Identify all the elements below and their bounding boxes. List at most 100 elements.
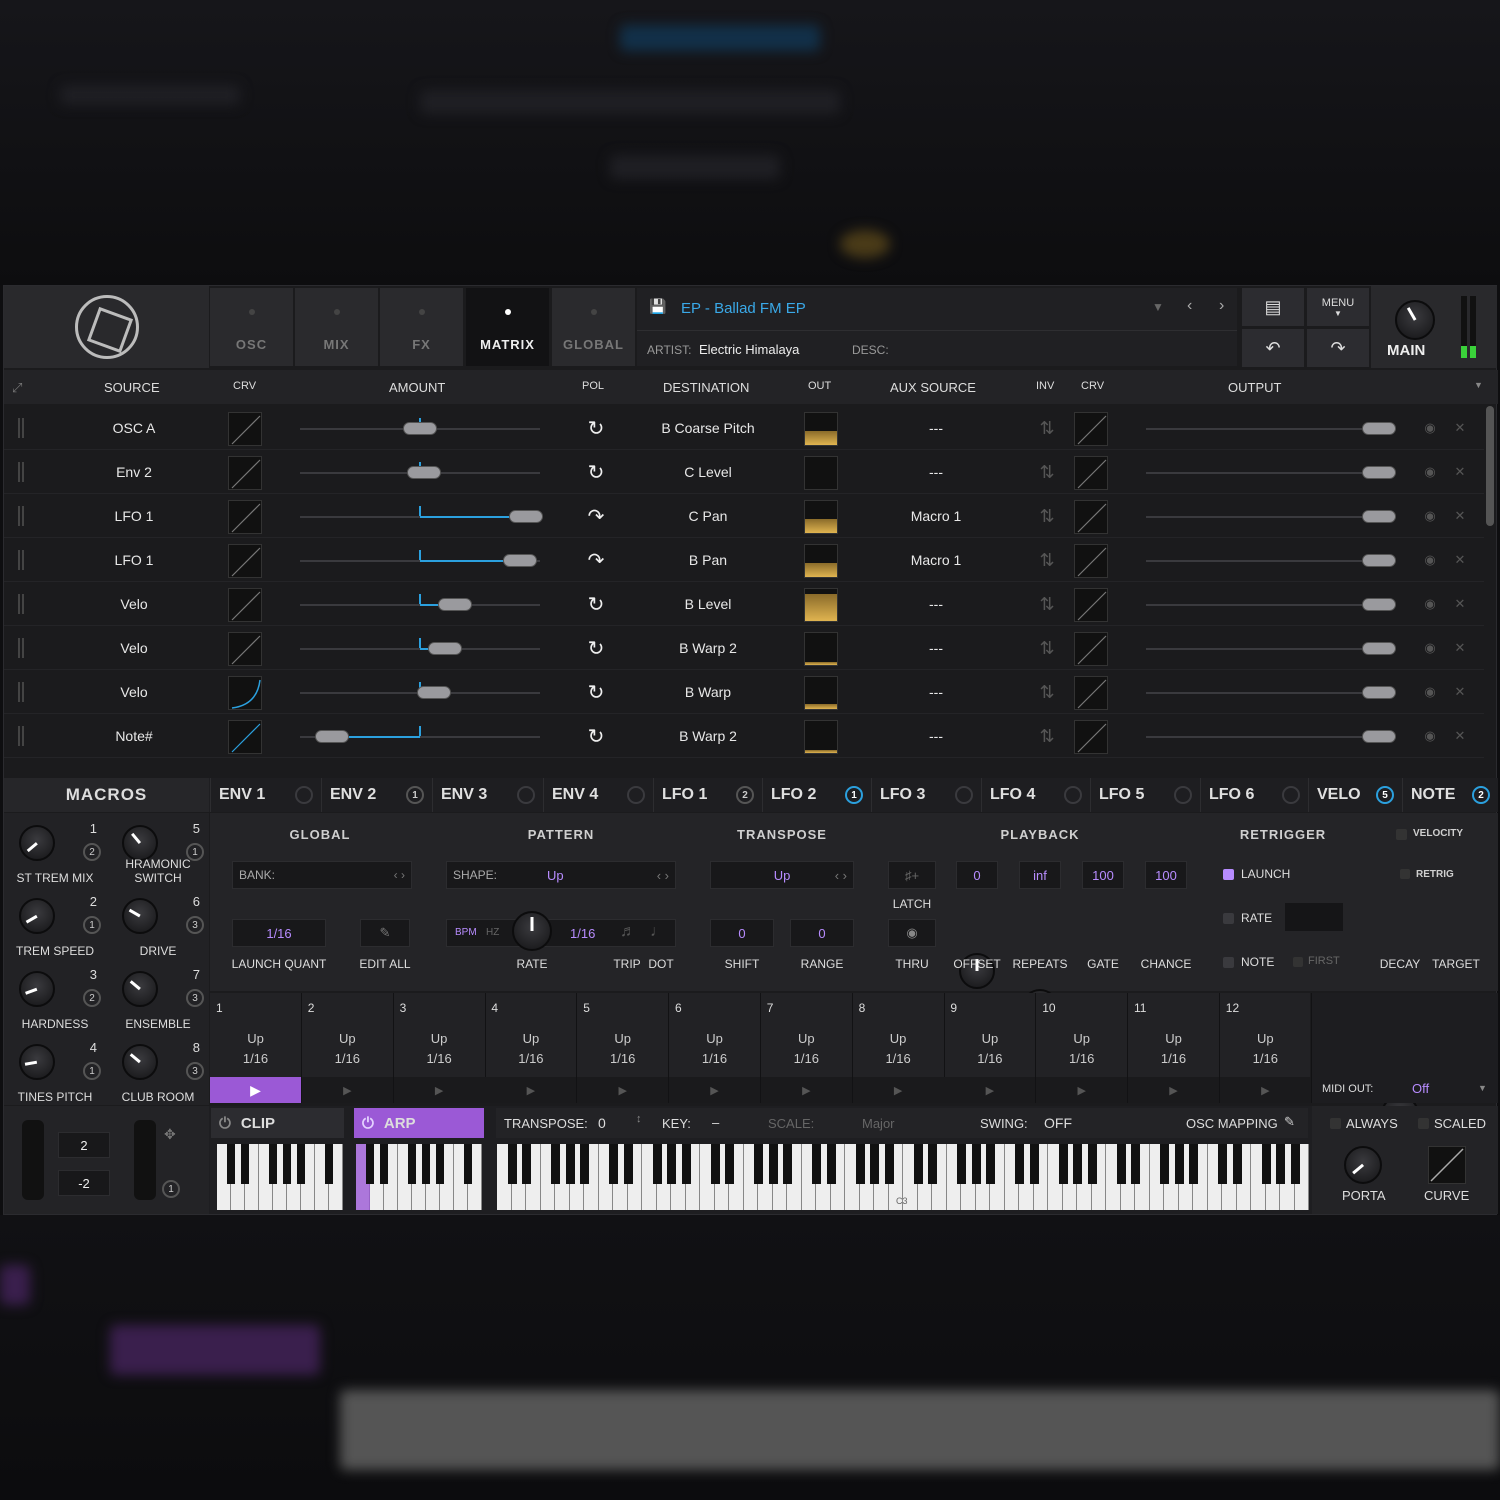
black-key[interactable] <box>957 1144 966 1184</box>
mod-tab[interactable]: LFO 3 <box>871 778 981 812</box>
source-select[interactable]: OSC A <box>44 406 224 450</box>
black-key[interactable] <box>971 1144 981 1184</box>
drag-handle-icon[interactable] <box>18 682 24 702</box>
curve-box[interactable] <box>1428 1146 1466 1184</box>
arp-step[interactable]: 5 Up 1/16 ▶ <box>577 993 670 1103</box>
step-play-icon[interactable]: ▶ <box>944 1077 1036 1103</box>
output-slider[interactable] <box>1362 510 1396 523</box>
white-key[interactable] <box>598 1144 618 1210</box>
close-icon[interactable]: ✕ <box>1450 582 1470 626</box>
pitch-wheel[interactable] <box>22 1120 44 1200</box>
aux-source-select[interactable]: --- <box>846 406 1026 450</box>
undo-icon[interactable]: ↶ <box>1242 329 1304 367</box>
mod-tab[interactable]: NOTE 2 <box>1402 778 1498 812</box>
curve-box[interactable] <box>228 632 262 666</box>
eye-icon[interactable]: ◉ <box>1418 538 1442 582</box>
eye-icon[interactable]: ◉ <box>1418 406 1442 450</box>
tab-mix[interactable]: MIX <box>295 288 378 366</box>
macro-knob[interactable] <box>19 898 55 934</box>
white-key[interactable] <box>1106 1144 1126 1210</box>
black-key[interactable] <box>565 1144 575 1184</box>
black-key[interactable] <box>464 1144 472 1184</box>
black-key[interactable] <box>928 1144 937 1184</box>
launch-quant-field[interactable]: 1/16 <box>232 919 326 947</box>
curve-box[interactable] <box>228 720 262 754</box>
step-play-icon[interactable]: ▶ <box>210 1077 301 1103</box>
invert-icon[interactable]: ⇅ <box>1032 670 1062 714</box>
black-key[interactable] <box>623 1144 633 1184</box>
first-checkbox[interactable] <box>1293 957 1303 967</box>
polarity-icon[interactable]: ↻ <box>576 406 616 450</box>
close-icon[interactable]: ✕ <box>1450 626 1470 670</box>
mod-tab[interactable]: LFO 5 <box>1090 778 1200 812</box>
invert-icon[interactable]: ⇅ <box>1032 406 1062 450</box>
invert-icon[interactable]: ⇅ <box>1032 714 1062 758</box>
expand-icon[interactable]: ⤢ <box>12 380 22 396</box>
black-key[interactable] <box>269 1144 277 1184</box>
white-key[interactable] <box>315 1144 333 1210</box>
arp-step[interactable]: 2 Up 1/16 ▶ <box>301 993 394 1103</box>
arp-step[interactable]: 3 Up 1/16 ▶ <box>393 993 486 1103</box>
tab-global[interactable]: GLOBAL <box>552 288 635 366</box>
white-key[interactable] <box>1149 1144 1169 1210</box>
arp-step[interactable]: 6 Up 1/16 ▶ <box>669 993 761 1103</box>
curve-box[interactable] <box>228 676 262 710</box>
step-play-icon[interactable]: ▶ <box>1128 1077 1219 1103</box>
black-key[interactable] <box>297 1144 305 1184</box>
output-slider[interactable] <box>1362 422 1396 435</box>
amount-slider[interactable] <box>406 466 441 479</box>
rate-knob[interactable] <box>512 911 552 951</box>
white-key[interactable] <box>497 1144 517 1210</box>
black-key[interactable] <box>855 1144 865 1184</box>
black-key[interactable] <box>325 1144 333 1184</box>
transpose-value[interactable]: 0 <box>598 1115 606 1131</box>
white-key[interactable] <box>259 1144 277 1210</box>
macro-label[interactable]: CLUB ROOM <box>108 1090 208 1104</box>
step-play-icon[interactable]: ▶ <box>1036 1077 1128 1103</box>
retrigger-rate-field[interactable] <box>1285 903 1343 931</box>
black-key[interactable] <box>1290 1144 1300 1184</box>
menu-button[interactable]: MENU ▼ <box>1307 288 1369 326</box>
rate-checkbox[interactable] <box>1223 913 1234 924</box>
white-key[interactable] <box>217 1144 235 1210</box>
tab-fx[interactable]: FX <box>380 288 463 366</box>
aux-source-select[interactable]: --- <box>846 714 1026 758</box>
black-key[interactable] <box>283 1144 291 1184</box>
dot-note-icon[interactable]: ♩ <box>650 923 666 941</box>
close-icon[interactable]: ✕ <box>1450 406 1470 450</box>
output-slider[interactable] <box>1362 686 1396 699</box>
black-key[interactable] <box>422 1144 430 1184</box>
white-key[interactable] <box>1004 1144 1024 1210</box>
black-key[interactable] <box>986 1144 995 1184</box>
black-key[interactable] <box>1058 1144 1068 1184</box>
amount-slider[interactable] <box>428 642 463 655</box>
aux-curve-box[interactable] <box>1074 500 1108 534</box>
black-key[interactable] <box>725 1144 734 1184</box>
mod-tab[interactable]: LFO 4 <box>981 778 1090 812</box>
invert-icon[interactable]: ⇅ <box>1032 582 1062 626</box>
bank-select[interactable]: BANK: ‹ › <box>232 861 412 889</box>
step-play-icon[interactable]: ▶ <box>669 1077 760 1103</box>
black-key[interactable] <box>522 1144 531 1184</box>
aux-curve-box[interactable] <box>1074 720 1108 754</box>
black-key[interactable] <box>826 1144 836 1184</box>
macro-label[interactable]: DRIVE <box>108 944 208 958</box>
mod-tab[interactable]: LFO 2 1 <box>762 778 871 812</box>
latch-icon[interactable]: ♯+ <box>888 861 936 889</box>
repeats-field[interactable]: inf <box>1019 861 1061 889</box>
black-key[interactable] <box>667 1144 676 1184</box>
offset-field[interactable]: 0 <box>956 861 998 889</box>
arp-step[interactable]: 1 Up 1/16 ▶ <box>210 993 302 1103</box>
polarity-icon[interactable]: ↷ <box>576 494 616 538</box>
destination-select[interactable]: B Warp 2 <box>618 714 798 758</box>
edit-all-icon[interactable]: ✎ <box>360 919 410 947</box>
macro-knob[interactable] <box>19 1044 55 1080</box>
polarity-icon[interactable]: ↻ <box>576 450 616 494</box>
aux-curve-box[interactable] <box>1074 544 1108 578</box>
black-key[interactable] <box>609 1144 618 1184</box>
black-key[interactable] <box>681 1144 691 1184</box>
aux-source-select[interactable]: Macro 1 <box>846 538 1026 582</box>
amount-slider[interactable] <box>315 730 350 743</box>
output-slider[interactable] <box>1362 730 1396 743</box>
black-key[interactable] <box>408 1144 416 1184</box>
